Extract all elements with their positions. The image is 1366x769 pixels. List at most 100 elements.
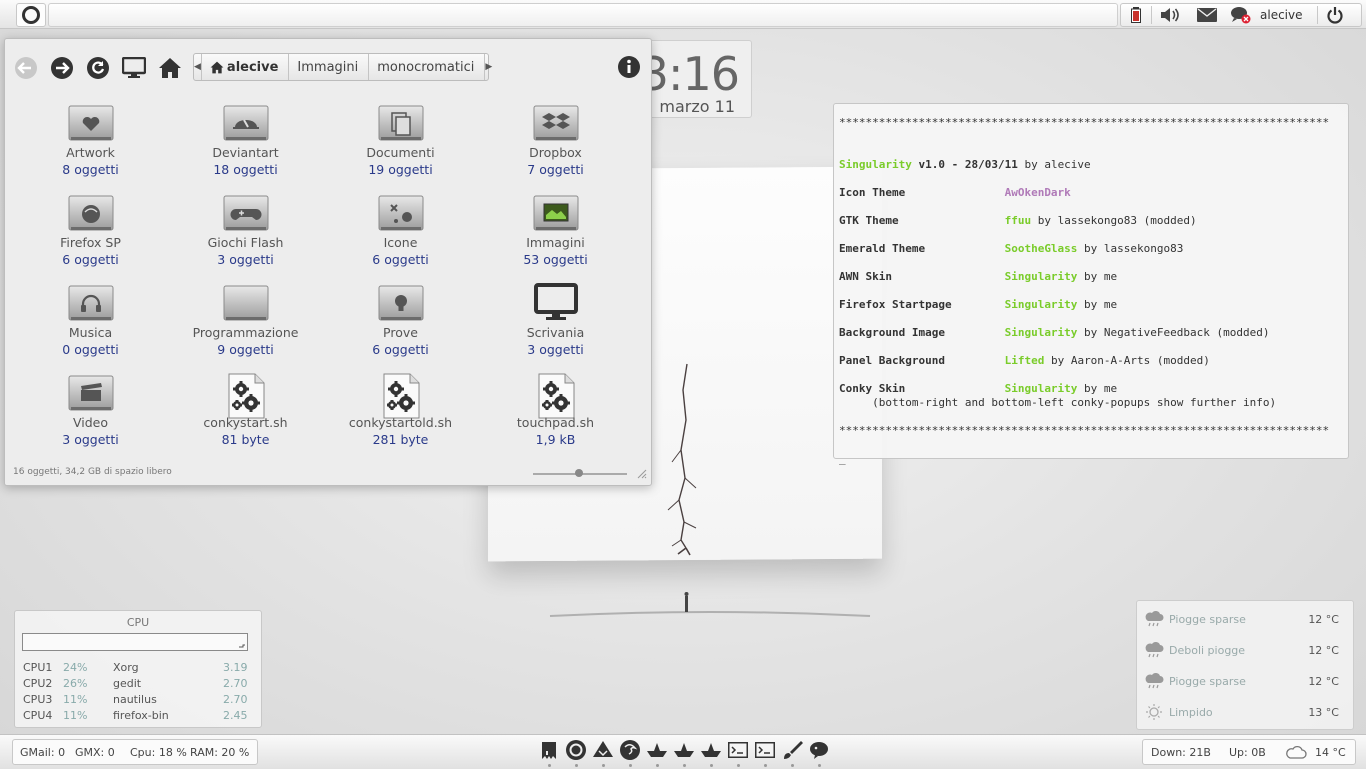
file-item[interactable]: Musica 0 oggetti	[13, 281, 168, 371]
file-item[interactable]: Programmazione 9 oggetti	[168, 281, 323, 371]
documents-folder-icon	[378, 103, 424, 143]
cpu-row-val: 2.70	[223, 677, 248, 690]
home-button[interactable]	[157, 55, 183, 81]
file-item[interactable]: Dropbox 7 oggetti	[478, 101, 633, 191]
file-item-info: 7 oggetti	[527, 162, 584, 177]
user-name[interactable]: alecive	[1260, 8, 1303, 22]
conky-row-label: Background Image	[839, 326, 945, 339]
cpu-row-pct: 11%	[63, 709, 88, 722]
file-item[interactable]: Icone 6 oggetti	[323, 191, 478, 281]
cpu-usage: Cpu: 18 %	[130, 746, 187, 759]
breadcrumb-monocromatici[interactable]: monocromatici	[368, 54, 484, 80]
file-item[interactable]: Immagini 53 oggetti	[478, 191, 633, 281]
info-icon[interactable]	[617, 55, 641, 79]
file-item[interactable]: Video 3 oggetti	[13, 371, 168, 461]
icons-folder-icon	[378, 193, 424, 233]
file-item[interactable]: conkystartold.sh 281 byte	[323, 371, 478, 461]
cpu-row-proc: nautilus	[113, 693, 157, 706]
circle-logo-icon	[22, 6, 40, 24]
file-item[interactable]: Giochi Flash 3 oggetti	[168, 191, 323, 281]
video-folder-icon	[68, 373, 114, 413]
breadcrumb-home[interactable]: alecive	[200, 54, 289, 80]
taskbar-area[interactable]	[48, 3, 1118, 27]
file-item-name: Artwork	[66, 145, 115, 160]
file-manager-toolbar: ◀ alecive Immagini monocromatici ▶	[5, 39, 651, 93]
nautilus-icon[interactable]	[538, 739, 560, 761]
dock-running-indicator	[764, 764, 767, 767]
cpu-row-pct: 24%	[63, 661, 88, 674]
conky-stars-top: ****************************************…	[839, 116, 1330, 129]
gmx-count[interactable]: GMX: 0	[75, 746, 115, 759]
computer-button[interactable]	[121, 55, 147, 81]
home-icon	[210, 61, 224, 73]
cpu-row: CPU4 11% firefox-bin 2.45	[23, 709, 249, 723]
file-item[interactable]: Firefox SP 6 oggetti	[13, 191, 168, 281]
weather-widget: Piogge sparse 12 °C Deboli piogge 12 °C Piog…	[1136, 600, 1354, 730]
file-item[interactable]: Deviantart 18 oggetti	[168, 101, 323, 191]
power-icon[interactable]	[1318, 4, 1352, 26]
pidgin-icon[interactable]	[808, 739, 830, 761]
boat-icon[interactable]	[673, 739, 695, 761]
file-item[interactable]: Artwork 8 oggetti	[13, 101, 168, 191]
gmail-count[interactable]: GMail: 0	[20, 746, 65, 759]
inkscape-icon[interactable]	[592, 739, 614, 761]
chat-status-icon[interactable]	[1226, 4, 1256, 26]
volume-icon[interactable]	[1152, 4, 1188, 26]
breadcrumb-right-arrow[interactable]: ▶	[484, 54, 492, 80]
file-item-name: conkystartold.sh	[348, 415, 453, 430]
monitor-icon	[122, 57, 146, 78]
clock-date: marzo 11	[659, 97, 735, 116]
cpu-graph	[22, 633, 248, 651]
zoom-slider-knob[interactable]	[575, 469, 583, 477]
back-button[interactable]	[13, 55, 39, 81]
resize-grip-icon[interactable]	[635, 467, 647, 479]
file-item-info: 3 oggetti	[62, 432, 119, 447]
firefox-folder-icon	[68, 193, 114, 233]
network-box: Down: 21B Up: 0B 14 °C	[1142, 739, 1356, 765]
file-item-name: Giochi Flash	[207, 235, 284, 250]
conky-row-label: Emerald Theme	[839, 242, 926, 255]
file-item[interactable]: touchpad.sh 1,9 kB	[478, 371, 633, 461]
brush-icon[interactable]	[781, 739, 803, 761]
back-arrow-icon	[15, 57, 37, 79]
boat-icon[interactable]	[700, 739, 722, 761]
cpu-row-pct: 26%	[63, 677, 88, 690]
cpu-row-proc: gedit	[113, 677, 142, 690]
terminal-icon[interactable]	[727, 739, 749, 761]
menu-button[interactable]	[16, 3, 46, 27]
file-item-info: 81 byte	[221, 432, 270, 447]
sun-icon	[1143, 703, 1165, 721]
cloud-icon	[1286, 745, 1307, 759]
breadcrumb-label: monocromatici	[377, 59, 475, 75]
file-grid: Artwork 8 oggetti Deviantart 18 oggetti Docu…	[13, 101, 643, 461]
file-item-info: 6 oggetti	[62, 252, 119, 267]
cpu-row-cpu: CPU3	[23, 693, 53, 706]
reload-button[interactable]	[85, 55, 111, 81]
file-item[interactable]: conkystart.sh 81 byte	[168, 371, 323, 461]
file-item-info: 6 oggetti	[372, 342, 429, 357]
firefox-icon[interactable]	[619, 739, 641, 761]
cpu-widget-title: CPU	[126, 616, 150, 629]
dock-running-indicator	[575, 764, 578, 767]
file-item[interactable]: Scrivania 3 oggetti	[478, 281, 633, 371]
file-item[interactable]: Documenti 19 oggetti	[323, 101, 478, 191]
breadcrumb-left-arrow[interactable]: ◀	[194, 54, 201, 80]
ubuntu-icon[interactable]	[565, 739, 587, 761]
terminal-icon[interactable]	[754, 739, 776, 761]
weather-row: Piogge sparse 12 °C	[1141, 670, 1349, 694]
file-item[interactable]: Prove 6 oggetti	[323, 281, 478, 371]
conky-row-credit: by lassekongo83 (modded)	[1031, 214, 1197, 227]
conky-row-value: Singularity	[1004, 298, 1078, 311]
conky-row-value: Singularity	[1004, 270, 1078, 283]
file-item-info: 0 oggetti	[62, 342, 119, 357]
file-item-name: touchpad.sh	[516, 415, 595, 430]
mail-icon[interactable]	[1188, 4, 1226, 26]
bottom-panel: GMail: 0 GMX: 0 Cpu: 18 % RAM: 20 % Down…	[0, 734, 1366, 769]
weather-temperature: 12 °C	[1308, 644, 1339, 657]
battery-icon[interactable]	[1121, 4, 1151, 26]
breadcrumb-immagini[interactable]: Immagini	[288, 54, 368, 80]
boat-icon[interactable]	[646, 739, 668, 761]
home-icon	[159, 58, 181, 78]
dock	[534, 737, 832, 767]
forward-button[interactable]	[49, 55, 75, 81]
